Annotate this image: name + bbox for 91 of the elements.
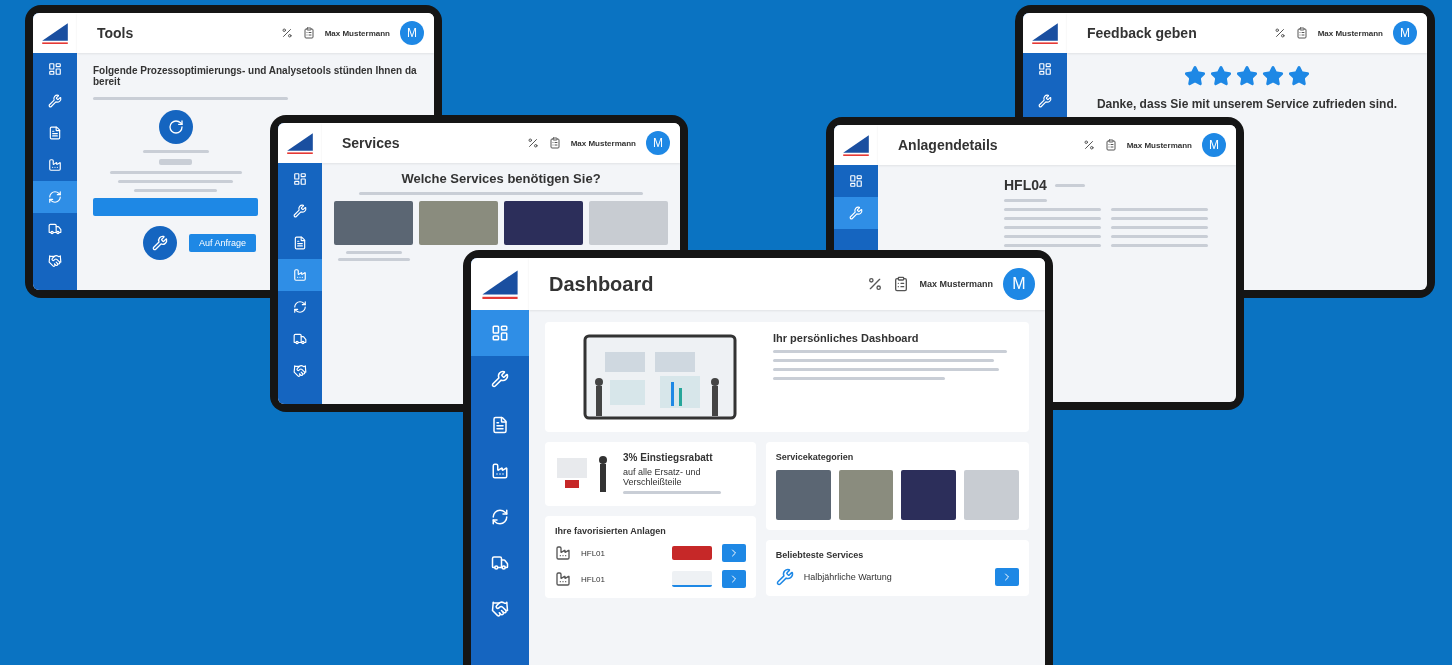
handshake-icon xyxy=(48,254,62,268)
user-name: Max Mustermann xyxy=(570,138,636,148)
dashboard-icon xyxy=(491,324,509,342)
wrench-icon xyxy=(1038,94,1052,108)
page-title: Dashboard xyxy=(549,272,655,296)
thank-you-message: Danke, dass Sie mit unserem Service zufrieden sind. xyxy=(1096,97,1398,111)
sidebar-item[interactable] xyxy=(471,310,529,356)
user-avatar[interactable]: M xyxy=(400,21,424,45)
section-heading: Folgende Prozessoptimierungs- und Analysetools stünden Ihnen da bereit xyxy=(93,65,418,87)
wrench-icon xyxy=(293,204,307,218)
dashboard-icon xyxy=(849,174,863,188)
user-avatar[interactable]: M xyxy=(646,131,670,155)
percent-icon[interactable] xyxy=(867,276,884,292)
logo-icon xyxy=(840,132,872,158)
dashboard-icon xyxy=(48,62,62,76)
factory-icon xyxy=(293,268,307,282)
card-title: Servicekategorien xyxy=(775,452,855,462)
percent-icon[interactable] xyxy=(1082,139,1095,151)
refresh-icon xyxy=(48,190,62,204)
request-button[interactable]: Auf Anfrage xyxy=(189,234,257,252)
handshake-icon xyxy=(491,600,509,618)
truck-icon xyxy=(293,332,307,346)
star-rating[interactable] xyxy=(1184,65,1310,87)
star-icon xyxy=(1184,65,1206,87)
truck-icon xyxy=(491,554,509,572)
open-button[interactable] xyxy=(721,544,746,562)
user-name: Max Mustermann xyxy=(324,28,390,38)
promo-title: 3% Einstiegsrabatt xyxy=(623,452,714,463)
star-icon xyxy=(1288,65,1310,87)
text-line xyxy=(142,150,209,153)
dashboard-icon xyxy=(1038,62,1052,76)
logo-icon xyxy=(39,20,71,46)
open-button[interactable] xyxy=(721,570,746,588)
wrench-icon xyxy=(491,370,509,388)
page-title: Services xyxy=(342,135,401,151)
star-icon xyxy=(1262,65,1284,87)
page-title: Anlagendetails xyxy=(898,137,999,153)
document-icon xyxy=(491,416,509,434)
text-line xyxy=(159,159,192,165)
document-icon xyxy=(48,126,62,140)
user-name: Max Mustermann xyxy=(1317,28,1383,38)
text-line xyxy=(1004,199,1048,202)
clipboard-icon[interactable] xyxy=(1295,27,1308,39)
sidebar-item[interactable] xyxy=(834,197,878,229)
percent-icon[interactable] xyxy=(280,27,293,39)
logo-icon xyxy=(284,130,316,156)
handshake-icon xyxy=(293,364,307,378)
wrench-icon xyxy=(775,568,794,586)
star-icon xyxy=(1236,65,1258,87)
user-avatar[interactable]: M xyxy=(1393,21,1417,45)
truck-icon xyxy=(48,222,62,236)
sidebar-item[interactable] xyxy=(278,259,322,291)
photo-placeholder[interactable] xyxy=(838,470,894,520)
user-name: Max Mustermann xyxy=(1126,140,1192,150)
user-avatar[interactable]: M xyxy=(1202,133,1226,157)
promo-text: auf alle Ersatz- und Verschleißteile xyxy=(623,467,702,487)
refresh-icon xyxy=(293,300,307,314)
tool-icon xyxy=(143,226,177,260)
clipboard-icon[interactable] xyxy=(1104,139,1117,151)
dashboard-icon xyxy=(293,172,307,186)
percent-icon[interactable] xyxy=(526,137,539,149)
page-title: Feedback geben xyxy=(1087,25,1198,41)
card-title: Ihre favorisierten Anlagen xyxy=(555,526,667,536)
clipboard-icon[interactable] xyxy=(548,137,561,149)
star-icon xyxy=(1210,65,1232,87)
card-title: Beliebteste Services xyxy=(775,550,865,560)
wrench-icon xyxy=(48,94,62,108)
machine-name: HFL04 xyxy=(1004,177,1047,193)
factory-icon xyxy=(48,158,62,172)
wrench-icon xyxy=(849,206,863,220)
text-line xyxy=(1054,183,1085,187)
factory-icon xyxy=(491,462,509,480)
user-name: Max Mustermann xyxy=(919,279,993,289)
machine-name: HFL01 xyxy=(581,548,606,558)
page-title: Tools xyxy=(97,25,135,41)
tool-icon xyxy=(158,110,193,144)
sidebar-item[interactable] xyxy=(33,181,77,213)
service-name: Halbjährliche Wartung xyxy=(803,572,893,582)
document-icon xyxy=(293,236,307,250)
user-avatar[interactable]: M xyxy=(1003,268,1035,300)
section-heading: Welche Services benötigen Sie? xyxy=(400,171,602,186)
machine-name: HFL01 xyxy=(581,574,606,584)
refresh-icon xyxy=(491,508,509,526)
machine-icon xyxy=(555,545,571,561)
percent-icon[interactable] xyxy=(1273,27,1286,39)
text-line xyxy=(346,251,403,254)
clipboard-icon[interactable] xyxy=(893,276,910,292)
clipboard-icon[interactable] xyxy=(302,27,315,39)
intro-title: Ihr persönliches Dashboard xyxy=(773,332,920,344)
logo-icon xyxy=(1029,20,1061,46)
machine-icon xyxy=(555,571,571,587)
